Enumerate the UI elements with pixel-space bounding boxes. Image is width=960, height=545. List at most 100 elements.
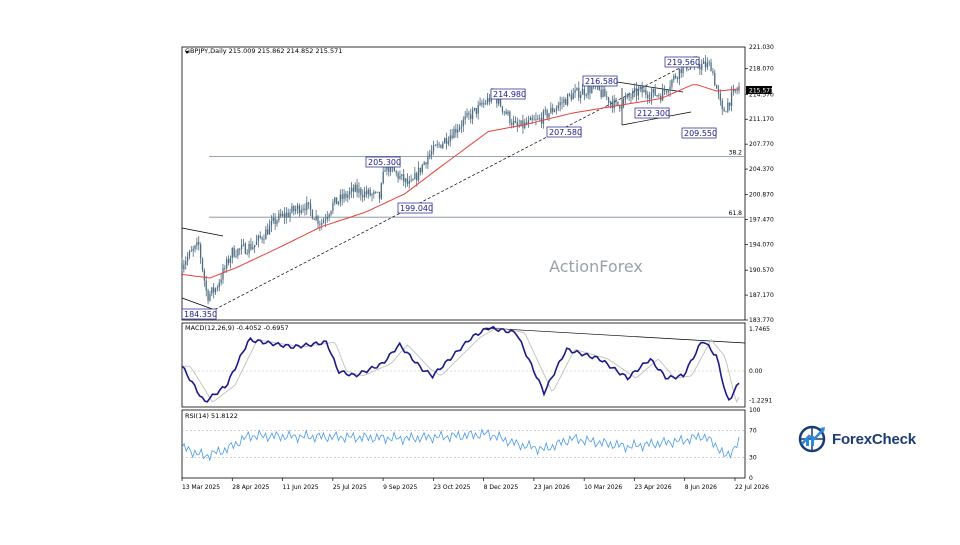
macd-tick-label: 0.00 bbox=[749, 368, 763, 375]
x-tick-label: 22 Jul 2026 bbox=[735, 484, 769, 491]
x-tick-label: 8 Jun 2026 bbox=[685, 484, 717, 491]
candle-body bbox=[335, 197, 338, 205]
candle-body bbox=[667, 90, 669, 93]
candle-body bbox=[701, 63, 703, 70]
candle-body bbox=[620, 106, 623, 109]
candle-body bbox=[730, 91, 733, 106]
candle-body bbox=[224, 268, 226, 269]
candle-body bbox=[308, 202, 310, 204]
candle-body bbox=[216, 287, 219, 289]
candle-body bbox=[468, 112, 470, 115]
chart-root: ActionForex 38.2 61.8 184.350 205.300 199.0… bbox=[0, 0, 960, 540]
candle-body bbox=[505, 111, 507, 115]
candle-body bbox=[369, 189, 371, 196]
candle-body bbox=[615, 99, 617, 102]
candle-body bbox=[652, 88, 654, 93]
candle-body bbox=[654, 88, 656, 96]
candle-body bbox=[423, 162, 425, 165]
candle-body bbox=[211, 287, 213, 294]
candle-body bbox=[451, 135, 453, 139]
candle-body bbox=[350, 187, 353, 192]
candle-body bbox=[220, 279, 222, 283]
candle-body bbox=[624, 97, 627, 100]
candle-body bbox=[401, 174, 403, 176]
macd-panel-frame bbox=[181, 322, 746, 408]
candle-body bbox=[708, 62, 710, 64]
candle-body bbox=[457, 129, 459, 133]
candle-body bbox=[514, 120, 517, 123]
candle-body bbox=[578, 87, 580, 98]
candle-body bbox=[572, 92, 574, 100]
candle-body bbox=[257, 235, 260, 242]
candle-body bbox=[272, 217, 274, 221]
candle-body bbox=[334, 197, 336, 203]
candle-body bbox=[239, 248, 241, 250]
candle-body bbox=[358, 188, 360, 193]
candle-body bbox=[363, 191, 366, 198]
candle-body bbox=[380, 183, 382, 199]
candle-body bbox=[354, 184, 356, 192]
candle-body bbox=[512, 120, 515, 125]
x-tick-label: 23 Jan 2026 bbox=[534, 484, 570, 491]
macd-tick-label: 1.7465 bbox=[749, 326, 770, 333]
candle-body bbox=[522, 120, 524, 128]
candle-body bbox=[481, 102, 483, 105]
x-tick-label: 11 Jun 2025 bbox=[283, 484, 319, 491]
y-tick-label: 187.170 bbox=[749, 292, 774, 299]
candle-body bbox=[449, 135, 451, 142]
candle-body bbox=[440, 144, 442, 148]
price-label: 209.550 bbox=[684, 129, 717, 138]
candle-body bbox=[294, 209, 297, 212]
candle-body bbox=[706, 62, 708, 68]
candle-body bbox=[181, 263, 183, 270]
candle-body bbox=[373, 191, 375, 195]
candle-body bbox=[580, 94, 582, 98]
candle-body bbox=[270, 220, 273, 226]
candle-body bbox=[436, 144, 438, 146]
candle-body bbox=[434, 145, 437, 147]
candle-body bbox=[408, 181, 410, 184]
candle-body bbox=[185, 261, 187, 265]
candle-body bbox=[632, 90, 634, 98]
candle-body bbox=[432, 145, 435, 152]
candle-body bbox=[544, 110, 546, 112]
candle-body bbox=[537, 118, 539, 120]
candle-body bbox=[341, 194, 343, 200]
y-tick-label: 183.770 bbox=[749, 317, 774, 324]
candle-body bbox=[553, 110, 556, 112]
rsi-panel-frame bbox=[181, 409, 746, 479]
candle-body bbox=[231, 247, 233, 259]
candle-body bbox=[229, 258, 232, 264]
candle-body bbox=[607, 97, 610, 103]
candle-body bbox=[304, 208, 306, 211]
candle-body bbox=[475, 108, 477, 114]
candle-body bbox=[570, 94, 572, 100]
candle-body bbox=[736, 90, 738, 92]
macd-tick-label: -1.2291 bbox=[749, 397, 772, 404]
candle-body bbox=[263, 239, 265, 241]
candle-body bbox=[710, 62, 712, 72]
candle-body bbox=[227, 259, 230, 264]
candle-body bbox=[589, 86, 591, 93]
rsi-title: RSI(14) 51.8122 bbox=[185, 412, 238, 420]
candle-body bbox=[183, 264, 185, 270]
price-label: 219.560 bbox=[667, 58, 700, 67]
candle-body bbox=[214, 288, 217, 293]
candle-body bbox=[319, 223, 321, 225]
candle-body bbox=[378, 191, 381, 199]
candle-body bbox=[281, 213, 284, 216]
price-panel-frame bbox=[181, 46, 746, 321]
candle-body bbox=[199, 244, 202, 259]
candle-body bbox=[339, 194, 341, 202]
candle-body bbox=[729, 102, 731, 106]
candle-body bbox=[473, 108, 476, 110]
candle-body bbox=[268, 225, 271, 235]
candle-body bbox=[550, 107, 552, 114]
candle-body bbox=[278, 213, 280, 221]
candle-body bbox=[194, 245, 196, 249]
candle-body bbox=[226, 259, 228, 269]
rsi-tick-label: 30 bbox=[749, 455, 757, 462]
candle-body bbox=[583, 88, 586, 96]
candle-body bbox=[675, 75, 677, 78]
candle-body bbox=[414, 173, 416, 180]
